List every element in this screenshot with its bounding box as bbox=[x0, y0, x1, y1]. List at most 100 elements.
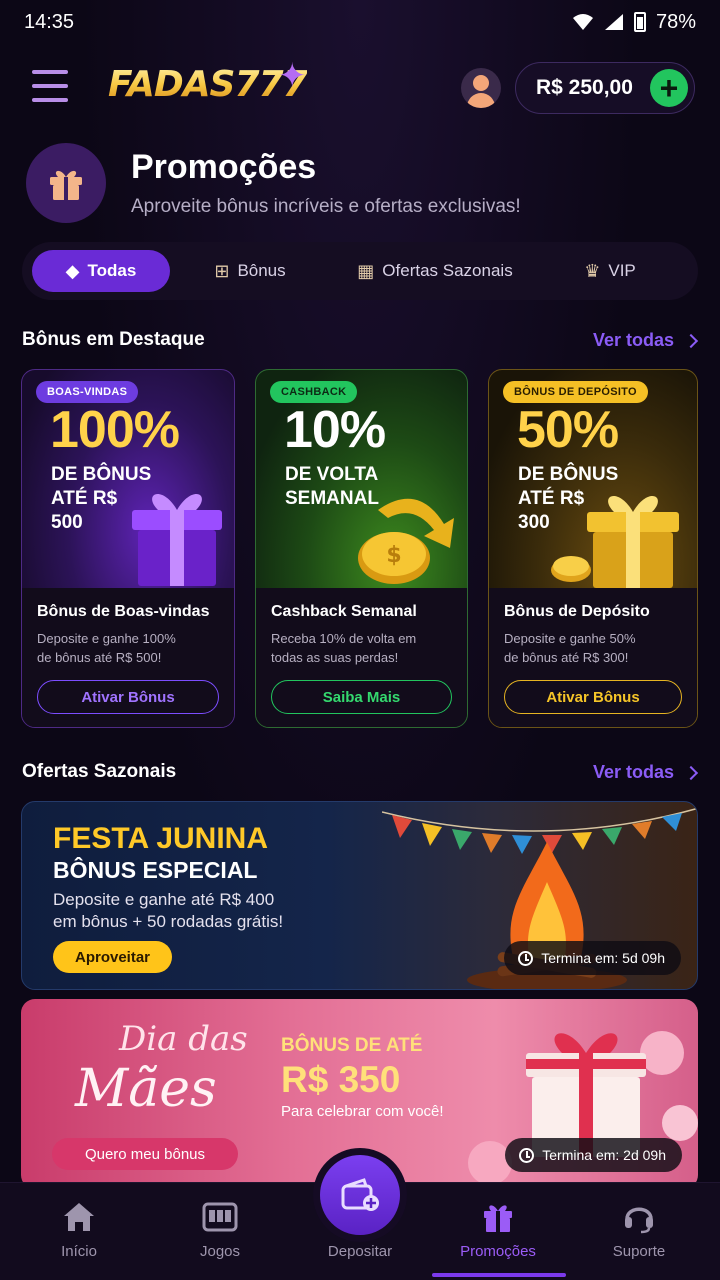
tab-bonus[interactable]: ⊞ Bônus bbox=[170, 250, 330, 292]
activate-bonus-button[interactable]: Ativar Bônus bbox=[504, 680, 682, 714]
card-big-percent: 50% bbox=[517, 401, 619, 459]
bonus-card-deposit[interactable]: BÔNUS DE DEPÓSITO 50% DE BÔNUS ATÉ R$ 30… bbox=[488, 369, 698, 728]
status-icons: 78% bbox=[572, 11, 696, 34]
card-badge: CASHBACK bbox=[270, 381, 358, 403]
menu-line bbox=[32, 84, 68, 88]
nav-depositar-label-wrap[interactable]: Depositar bbox=[305, 1243, 415, 1260]
tag-icon: ◆ bbox=[65, 260, 80, 281]
promotions-screen: 14:35 78% FADAS777 ✦ R$ 250,00 + Promoçõ… bbox=[0, 0, 720, 1280]
clock-icon bbox=[519, 1147, 535, 1163]
countdown-badge: Termina em: 5d 09h bbox=[504, 941, 681, 975]
menu-line bbox=[32, 70, 68, 74]
countdown-text: Termina em: 2d 09h bbox=[542, 1147, 666, 1163]
banner-subtitle: BÔNUS ESPECIAL bbox=[53, 857, 258, 883]
active-tab-indicator bbox=[432, 1273, 566, 1277]
seasonal-see-all-link[interactable]: Ver todas bbox=[592, 762, 699, 783]
quero-meu-bonus-button[interactable]: Quero meu bônus bbox=[52, 1138, 238, 1170]
signal-icon bbox=[604, 14, 623, 30]
card-description: Deposite e ganhe 100% de bônus até R$ 50… bbox=[37, 631, 176, 665]
app-header: FADAS777 ✦ R$ 250,00 + bbox=[0, 56, 720, 120]
home-icon bbox=[62, 1199, 96, 1235]
nav-label: Suporte bbox=[612, 1243, 666, 1260]
menu-line bbox=[32, 98, 68, 102]
purple-gift-icon bbox=[132, 494, 222, 586]
card-title: Cashback Semanal bbox=[271, 603, 417, 620]
promotions-gift-icon bbox=[26, 143, 106, 223]
wallet-add-icon bbox=[320, 1155, 400, 1235]
card-title: Bônus de Depósito bbox=[504, 603, 650, 620]
banner-text: Para celebrar com você! bbox=[281, 1103, 444, 1120]
nav-suporte[interactable]: Suporte bbox=[584, 1199, 694, 1260]
avatar-body bbox=[467, 93, 495, 108]
slot-machine-icon bbox=[202, 1199, 238, 1235]
tab-label: Ofertas Sazonais bbox=[382, 261, 513, 280]
svg-text:$: $ bbox=[386, 543, 401, 568]
countdown-badge: Termina em: 2d 09h bbox=[505, 1138, 682, 1172]
gift-icon: ⊞ bbox=[214, 260, 230, 281]
deposit-fab-button[interactable] bbox=[313, 1148, 407, 1242]
headset-icon bbox=[622, 1199, 656, 1235]
calendar-icon: ▦ bbox=[357, 260, 375, 281]
gift-icon bbox=[481, 1199, 515, 1235]
banner-amount: R$ 350 bbox=[281, 1059, 401, 1100]
nav-promocoes[interactable]: Promoções bbox=[443, 1199, 553, 1260]
crown-icon: ♛ bbox=[584, 260, 601, 281]
chevron-right-icon bbox=[683, 765, 699, 780]
user-avatar[interactable] bbox=[461, 68, 501, 108]
bonus-card-welcome[interactable]: BOAS-VINDAS 100% DE BÔNUS ATÉ R$ 500 Bôn… bbox=[21, 369, 235, 728]
battery-level: 78% bbox=[655, 10, 696, 33]
card-big-percent: 10% bbox=[284, 401, 386, 459]
balance-pill[interactable]: R$ 250,00 + bbox=[515, 62, 695, 114]
add-funds-button[interactable]: + bbox=[650, 69, 688, 107]
bonus-card-cashback[interactable]: CASHBACK 10% DE VOLTA SEMANAL $ Cashback… bbox=[255, 369, 468, 728]
aproveitar-button[interactable]: Aproveitar bbox=[53, 941, 172, 973]
featured-see-all-link[interactable]: Ver todas bbox=[592, 330, 699, 351]
card-description: Receba 10% de volta em todas as suas per… bbox=[271, 631, 417, 665]
banner-title: FESTA JUNINA bbox=[53, 822, 269, 855]
banner-text: Deposite e ganhe até R$ 400 em bônus + 5… bbox=[53, 890, 284, 931]
tab-label: Bônus bbox=[237, 261, 286, 280]
nav-jogos[interactable]: Jogos bbox=[165, 1199, 275, 1260]
card-description: Deposite e ganhe 50% de bônus até R$ 300… bbox=[504, 631, 636, 665]
nav-label: Depositar bbox=[327, 1243, 393, 1260]
avatar-head bbox=[473, 75, 489, 91]
gold-gift-icon bbox=[551, 496, 679, 588]
brand-logo[interactable]: FADAS777 bbox=[108, 64, 308, 105]
page-subtitle: Aproveite bônus incríveis e ofertas excl… bbox=[131, 196, 521, 217]
card-big-percent: 100% bbox=[50, 401, 180, 459]
battery-icon bbox=[633, 12, 646, 32]
tab-todas[interactable]: ◆ Todas bbox=[32, 250, 170, 292]
banner-title: BÔNUS DE ATÉ bbox=[281, 1035, 423, 1056]
coin-cashback-icon: $ bbox=[358, 498, 454, 584]
status-bar: 14:35 78% bbox=[0, 0, 720, 44]
see-all-label: Ver todas bbox=[592, 330, 674, 350]
nav-label: Início bbox=[61, 1243, 97, 1260]
tab-ofertas-sazonais[interactable]: ▦ Ofertas Sazonais bbox=[330, 250, 540, 292]
tab-vip[interactable]: ♛ VIP bbox=[540, 250, 680, 292]
card-badge: BÔNUS DE DEPÓSITO bbox=[503, 381, 648, 403]
hamburger-menu-button[interactable] bbox=[32, 70, 68, 102]
card-title: Bônus de Boas-vindas bbox=[37, 603, 210, 620]
card-badge: BOAS-VINDAS bbox=[36, 381, 139, 403]
clock-icon bbox=[518, 950, 534, 966]
nav-label: Promoções bbox=[460, 1243, 536, 1260]
nav-label: Jogos bbox=[199, 1243, 241, 1260]
learn-more-button[interactable]: Saiba Mais bbox=[271, 680, 452, 714]
chevron-right-icon bbox=[683, 333, 699, 348]
featured-section-title: Bônus em Destaque bbox=[22, 329, 205, 350]
banner-script-line1: Dia das bbox=[119, 1019, 248, 1059]
tab-label: Todas bbox=[87, 261, 137, 280]
page-title: Promoções bbox=[131, 148, 317, 186]
status-time: 14:35 bbox=[24, 10, 75, 33]
nav-inicio[interactable]: Início bbox=[24, 1199, 134, 1260]
balance-amount: R$ 250,00 bbox=[536, 76, 633, 99]
fairy-icon: ✦ bbox=[278, 57, 307, 95]
activate-bonus-button[interactable]: Ativar Bônus bbox=[37, 680, 219, 714]
countdown-text: Termina em: 5d 09h bbox=[541, 950, 665, 966]
promo-filter-tabs: ◆ Todas ⊞ Bônus ▦ Ofertas Sazonais ♛ VIP bbox=[22, 242, 698, 300]
seasonal-section-title: Ofertas Sazonais bbox=[22, 761, 177, 782]
wifi-icon bbox=[572, 14, 593, 30]
see-all-label: Ver todas bbox=[592, 762, 674, 782]
festa-junina-banner[interactable]: FESTA JUNINA BÔNUS ESPECIAL Deposite e g… bbox=[21, 801, 698, 990]
tab-label: VIP bbox=[608, 261, 636, 280]
